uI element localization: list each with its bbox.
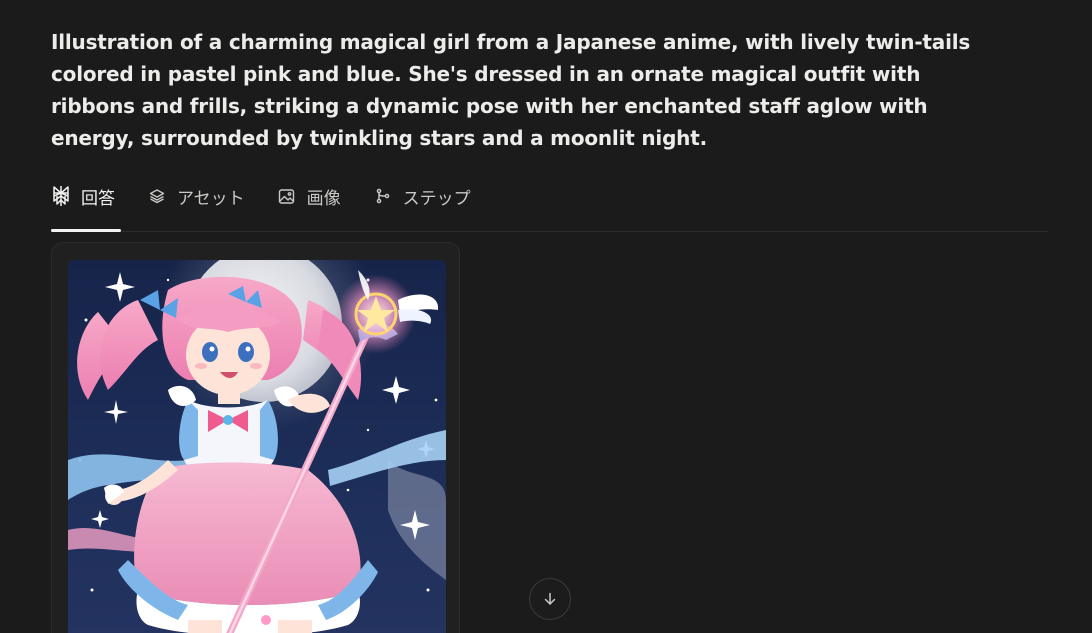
- tab-images[interactable]: 画像: [277, 178, 341, 214]
- tab-images-label: 画像: [306, 188, 341, 209]
- image-icon: [277, 186, 297, 206]
- arrow-down-icon: [542, 591, 558, 607]
- tab-assets-label: アセット: [177, 188, 245, 209]
- tab-steps[interactable]: ステップ: [373, 178, 471, 214]
- branch-icon: [373, 186, 393, 206]
- tab-divider: [51, 231, 1048, 232]
- image-result-card: [51, 242, 460, 633]
- tab-steps-label: ステップ: [402, 188, 471, 209]
- answer-tabs: 回答 アセット 画像 ステップ: [51, 178, 503, 214]
- tab-answer[interactable]: 回答: [51, 178, 115, 214]
- answer-page: Illustration of a charming magical girl …: [0, 0, 1092, 633]
- perplexity-logo-icon: [51, 186, 71, 206]
- tab-answer-label: 回答: [81, 188, 115, 209]
- layers-icon: [147, 186, 167, 206]
- active-tab-indicator: [51, 229, 121, 232]
- query-text: Illustration of a charming magical girl …: [51, 30, 971, 150]
- generated-image[interactable]: [68, 260, 446, 633]
- tab-assets[interactable]: アセット: [147, 178, 245, 214]
- scroll-down-button[interactable]: [529, 578, 571, 620]
